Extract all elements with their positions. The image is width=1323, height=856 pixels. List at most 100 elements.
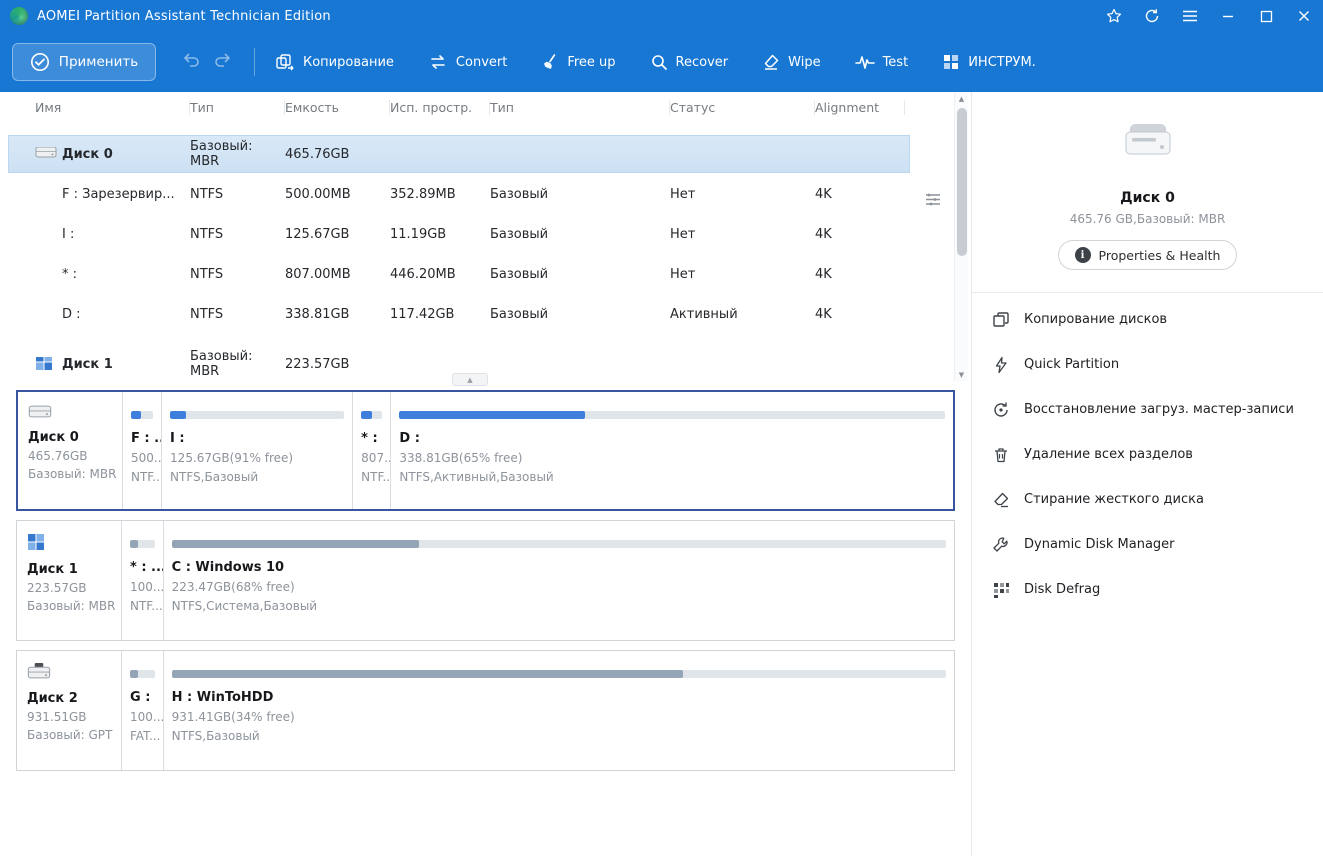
action-disk-defrag[interactable]: Disk Defrag	[972, 567, 1323, 612]
disk-name: Диск 1	[27, 562, 115, 577]
action-delete-all-partitions[interactable]: Удаление всех разделов	[972, 432, 1323, 477]
disk-name: Диск 0	[28, 430, 116, 445]
cell-fs: NTFS	[190, 267, 285, 282]
broom-icon	[541, 53, 559, 71]
convert-button[interactable]: Convert	[428, 53, 507, 71]
action-label: Удаление всех разделов	[1024, 447, 1193, 462]
wipe-disk-icon	[992, 491, 1010, 509]
scrollbar-thumb[interactable]	[957, 108, 967, 256]
usage-bar	[130, 670, 155, 678]
table-row-partition-d[interactable]: D : NTFS 338.81GB 117.42GB Базовый Актив…	[0, 294, 971, 334]
partition-size: 100...	[130, 580, 155, 594]
table-row-disk0[interactable]: Диск 0 Базовый: MBR 465.76GB	[0, 134, 971, 174]
disk2-info-block[interactable]: Диск 2 931.51GB Базовый: GPT	[17, 651, 121, 770]
scroll-up-arrow[interactable]: ▲	[955, 92, 968, 105]
disk-size: 465.76GB	[28, 449, 116, 463]
convert-icon	[428, 53, 448, 71]
partition-block-f[interactable]: F : ... 500... NTF...	[122, 392, 161, 509]
partition-title: C : Windows 10	[172, 560, 946, 575]
col-header-used[interactable]: Исп. простр.	[390, 100, 490, 115]
action-copy-disks[interactable]: Копирование дисков	[972, 297, 1323, 342]
action-label: Восстановление загруз. мастер-записи	[1024, 402, 1294, 417]
cell-used: 11.19GB	[390, 227, 490, 242]
menu-icon[interactable]	[1171, 0, 1209, 32]
col-header-fs[interactable]: Тип	[190, 100, 285, 115]
disk-drive-icon	[35, 147, 57, 162]
cell-fs: Базовый: MBR	[190, 139, 285, 169]
usage-bar	[170, 411, 344, 419]
cell-fs: NTFS	[190, 307, 285, 322]
toolbar-separator	[254, 48, 255, 76]
selected-disk-title: Диск 0	[972, 190, 1323, 206]
partition-title: G :	[130, 690, 155, 705]
cell-alignment: 4K	[815, 187, 905, 202]
apply-button[interactable]: Применить	[12, 43, 156, 81]
aomei-logo-icon	[10, 7, 28, 25]
sidebar-actions: Копирование дисков Quick Partition Восст…	[972, 293, 1323, 612]
partition-block-g[interactable]: G : 100... FAT...	[121, 651, 163, 770]
action-dynamic-disk-manager[interactable]: Dynamic Disk Manager	[972, 522, 1323, 567]
disk0-info-block[interactable]: Диск 0 465.76GB Базовый: MBR	[18, 392, 122, 509]
disk-type: Базовый: MBR	[28, 467, 116, 481]
copy-wizard-button[interactable]: Копирование	[275, 53, 394, 71]
cell-capacity: 125.67GB	[285, 227, 390, 242]
check-circle-icon	[30, 52, 50, 72]
partition-block-c[interactable]: C : Windows 10 223.47GB(68% free) NTFS,С…	[163, 521, 954, 640]
disk1-info-block[interactable]: Диск 1 223.57GB Базовый: MBR	[17, 521, 121, 640]
tools-label: ИНСТРУМ.	[968, 55, 1036, 70]
disk-drive-badge-icon	[27, 665, 51, 684]
cell-capacity: 807.00MB	[285, 267, 390, 282]
action-label: Disk Defrag	[1024, 582, 1100, 597]
dynamic-disk-icon	[27, 536, 45, 555]
partition-fs: NTF...	[131, 470, 153, 484]
tools-button[interactable]: ИНСТРУМ.	[942, 53, 1036, 71]
cell-used: 352.89MB	[390, 187, 490, 202]
partition-block-d[interactable]: D : 338.81GB(65% free) NTFS,Активный,Баз…	[390, 392, 953, 509]
sync-icon[interactable]	[1133, 0, 1171, 32]
col-header-alignment[interactable]: Alignment	[815, 100, 905, 115]
partition-block-h[interactable]: H : WinToHDD 931.41GB(34% free) NTFS,Баз…	[163, 651, 954, 770]
partition-block-star[interactable]: * : 807... NTF...	[352, 392, 390, 509]
partition-fs: NTF...	[130, 599, 155, 613]
test-button[interactable]: Test	[855, 54, 909, 70]
partition-fs: NTFS,Базовый	[172, 729, 946, 743]
lightning-icon	[992, 356, 1010, 374]
freeup-label: Free up	[567, 55, 615, 70]
cell-alignment: 4K	[815, 227, 905, 242]
usage-bar	[130, 540, 155, 548]
table-row-partition-star[interactable]: * : NTFS 807.00MB 446.20MB Базовый Нет 4…	[0, 254, 971, 294]
action-wipe-disk[interactable]: Стирание жесткого диска	[972, 477, 1323, 522]
col-header-name[interactable]: Имя	[35, 100, 190, 115]
cell-capacity: 338.81GB	[285, 307, 390, 322]
freeup-button[interactable]: Free up	[541, 53, 615, 71]
col-header-type[interactable]: Тип	[490, 100, 670, 115]
table-row-partition-f[interactable]: F : Зарезервир... NTFS 500.00MB 352.89MB…	[0, 174, 971, 214]
disk-card-1: Диск 1 223.57GB Базовый: MBR * : ... 100…	[16, 520, 955, 641]
properties-health-button[interactable]: i Properties & Health	[1058, 240, 1238, 270]
titlebar: AOMEI Partition Assistant Technician Edi…	[0, 0, 1323, 32]
recover-button[interactable]: Recover	[650, 53, 729, 71]
minimize-icon[interactable]	[1209, 0, 1247, 32]
wipe-button[interactable]: Wipe	[762, 53, 820, 71]
splitter-collapse-handle[interactable]: ▲	[452, 373, 488, 386]
action-rebuild-mbr[interactable]: Восстановление загруз. мастер-записи	[972, 387, 1323, 432]
pulse-icon	[855, 54, 875, 70]
close-icon[interactable]	[1285, 0, 1323, 32]
action-quick-partition[interactable]: Quick Partition	[972, 342, 1323, 387]
action-sidebar: Диск 0 465.76 GB,Базовый: MBR i Properti…	[971, 92, 1323, 856]
scroll-down-arrow[interactable]: ▼	[955, 368, 968, 381]
redo-button[interactable]	[214, 52, 232, 72]
rebuild-mbr-icon	[992, 401, 1010, 419]
col-header-status[interactable]: Статус	[670, 100, 815, 115]
maximize-icon[interactable]	[1247, 0, 1285, 32]
cell-used: 117.42GB	[390, 307, 490, 322]
undo-button[interactable]	[182, 52, 200, 72]
disk-map: Диск 0 465.76GB Базовый: MBR F : ... 500…	[16, 390, 955, 780]
partition-block-star2[interactable]: * : ... 100... NTF...	[121, 521, 163, 640]
table-row-partition-i[interactable]: I : NTFS 125.67GB 11.19GB Базовый Нет 4K	[0, 214, 971, 254]
col-header-capacity[interactable]: Емкость	[285, 100, 390, 115]
partition-fs: NTFS,Активный,Базовый	[399, 470, 945, 484]
partition-block-i[interactable]: I : 125.67GB(91% free) NTFS,Базовый	[161, 392, 352, 509]
star-icon[interactable]	[1095, 0, 1133, 32]
partition-title: * :	[361, 431, 382, 446]
